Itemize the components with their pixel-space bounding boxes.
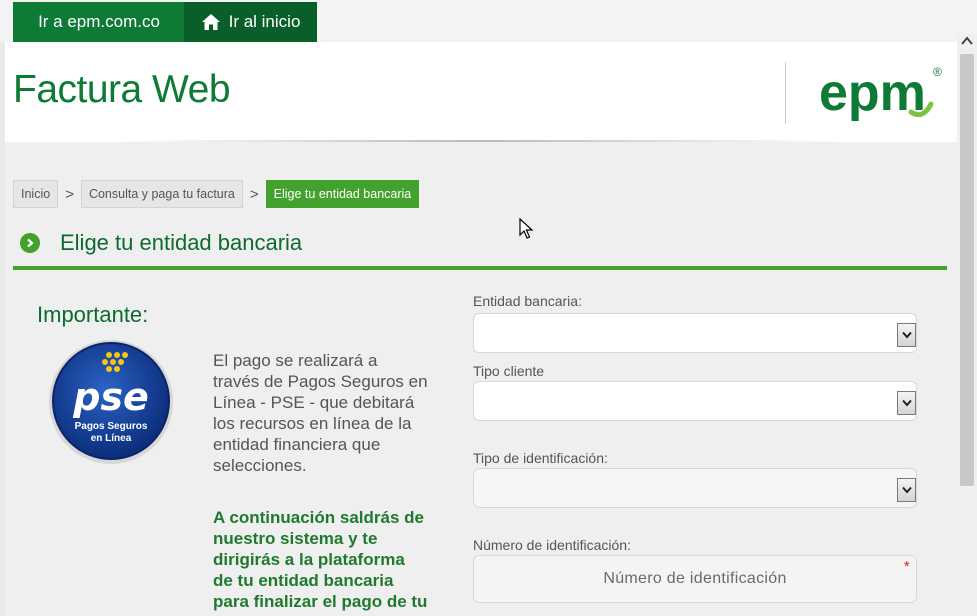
- entidad-bancaria-label: Entidad bancaria:: [473, 293, 582, 309]
- tipo-cliente-dropdown-button[interactable]: [897, 391, 916, 415]
- numero-identificacion-placeholder: Número de identificación: [603, 570, 787, 587]
- epm-site-link[interactable]: Ir a epm.com.co: [13, 2, 185, 42]
- scroll-up-arrow-icon[interactable]: [961, 36, 973, 46]
- breadcrumb-current: Elige tu entidad bancaria: [265, 180, 420, 208]
- top-nav: Ir a epm.com.co Ir al inicio: [0, 0, 977, 42]
- tipo-identificacion-select[interactable]: [473, 468, 917, 508]
- epm-logo[interactable]: epm ®: [819, 64, 943, 129]
- required-asterisk: *: [903, 558, 910, 575]
- section-heading: Elige tu entidad bancaria: [20, 230, 302, 256]
- epm-site-link-label: Ir a epm.com.co: [38, 12, 160, 31]
- chevron-down-icon: [901, 331, 912, 339]
- tipo-identificacion-label: Tipo de identificación:: [473, 450, 608, 466]
- section-title: Elige tu entidad bancaria: [60, 230, 303, 255]
- page-scrollbar[interactable]: [957, 34, 977, 616]
- pse-logo-line2: en Línea: [91, 433, 132, 444]
- section-divider: [13, 266, 947, 270]
- info-paragraph-2: A continuación saldrás de nuestro sistem…: [213, 508, 428, 616]
- info-paragraph-1: El pago se realizará a través de Pagos S…: [213, 351, 428, 475]
- header-divider: [785, 62, 786, 124]
- tipo-cliente-label: Tipo cliente: [473, 363, 545, 379]
- pse-logo-big-text: pse: [72, 375, 149, 419]
- page-title: Factura Web: [13, 68, 231, 111]
- home-icon: [201, 14, 220, 30]
- chevron-down-icon: [901, 399, 912, 407]
- pse-logo-line1: Pagos Seguros: [75, 421, 148, 432]
- mouse-cursor-icon: [519, 218, 533, 239]
- chevron-down-icon: [901, 486, 912, 494]
- breadcrumb: Inicio > Consulta y paga tu factura > El…: [13, 180, 420, 208]
- home-link-label: Ir al inicio: [228, 12, 301, 31]
- chevron-right-circle-icon: [20, 233, 40, 253]
- pse-logo: pse Pagos Seguros en Línea: [47, 337, 177, 472]
- breadcrumb-separator: >: [249, 185, 259, 203]
- importante-heading: Importante:: [37, 302, 149, 327]
- breadcrumb-inicio[interactable]: Inicio: [13, 180, 59, 208]
- tipo-cliente-select[interactable]: [473, 381, 917, 421]
- entidad-bancaria-select[interactable]: [473, 313, 917, 353]
- registered-mark: ®: [933, 65, 942, 79]
- scrollbar-thumb[interactable]: [960, 54, 974, 486]
- numero-identificacion-input[interactable]: Número de identificación *: [473, 555, 917, 603]
- entidad-dropdown-button[interactable]: [897, 323, 916, 347]
- breadcrumb-separator: >: [65, 185, 74, 203]
- home-link[interactable]: Ir al inicio: [184, 2, 317, 42]
- page-header: Factura Web epm ®: [5, 42, 957, 142]
- tipo-identificacion-dropdown-button[interactable]: [897, 478, 916, 502]
- breadcrumb-consulta[interactable]: Consulta y paga tu factura: [80, 180, 243, 208]
- numero-identificacion-label: Número de identificación:: [473, 537, 631, 553]
